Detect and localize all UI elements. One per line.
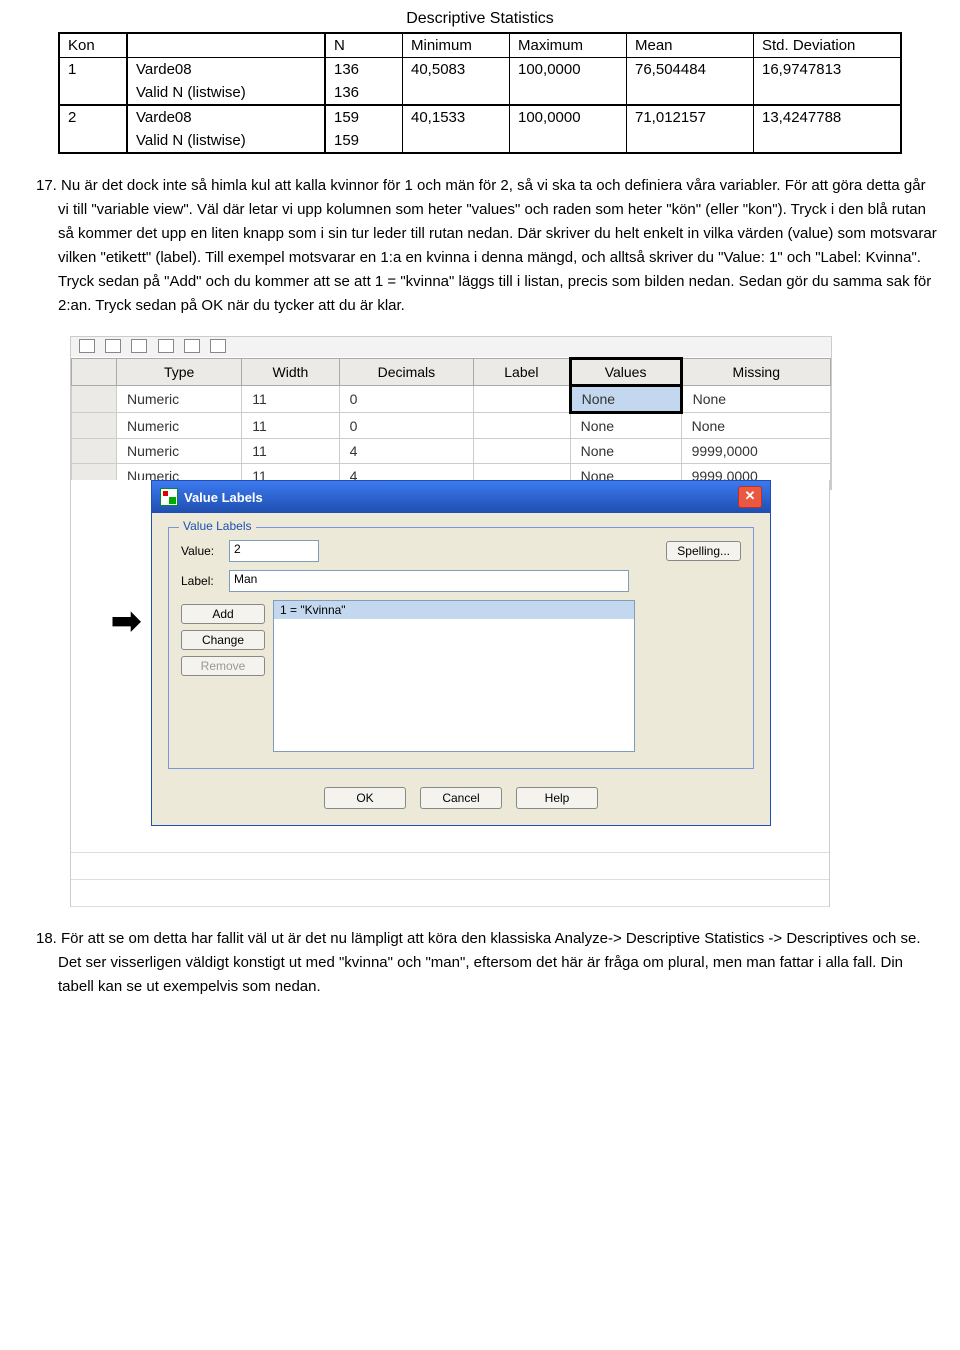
- value-input[interactable]: 2: [229, 540, 319, 562]
- remove-button[interactable]: Remove: [181, 656, 265, 676]
- hdr-sd: Std. Deviation: [754, 33, 902, 58]
- arrow-icon: ➡: [111, 600, 141, 642]
- r3-min: 40,1533: [403, 105, 510, 129]
- grid-empty-row: [71, 826, 829, 853]
- vv-hdr-values[interactable]: Values: [570, 359, 681, 386]
- r3-mean: 71,012157: [627, 105, 754, 129]
- stats-table: Kon N Minimum Maximum Mean Std. Deviatio…: [58, 32, 902, 154]
- vv-hdr-decimals[interactable]: Decimals: [339, 359, 474, 386]
- r1-mean: 76,504484: [627, 58, 754, 82]
- vv-hdr-label[interactable]: Label: [474, 359, 570, 386]
- hdr-kon: Kon: [59, 33, 127, 58]
- r3-sd: 13,4247788: [754, 105, 902, 129]
- toolbar-icon[interactable]: [158, 339, 174, 353]
- add-button[interactable]: Add: [181, 604, 265, 624]
- r4-n: 159: [325, 129, 403, 153]
- spelling-button[interactable]: Spelling...: [666, 541, 741, 561]
- r2-var: Valid N (listwise): [127, 81, 325, 105]
- toolbar-icon[interactable]: [79, 339, 95, 353]
- hdr-min: Minimum: [403, 33, 510, 58]
- dialog-titlebar[interactable]: Value Labels ✕: [152, 481, 770, 513]
- r3-max: 100,0000: [510, 105, 627, 129]
- hdr-max: Maximum: [510, 33, 627, 58]
- table-row[interactable]: Numeric110NoneNone: [72, 386, 831, 413]
- r2-kon: [59, 81, 127, 105]
- r1-var: Varde08: [127, 58, 325, 82]
- table-row[interactable]: Numeric110NoneNone: [72, 413, 831, 439]
- r3-n: 159: [325, 105, 403, 129]
- vv-hdr-width[interactable]: Width: [242, 359, 339, 386]
- table-row[interactable]: Numeric114None9999,0000: [72, 439, 831, 464]
- toolbar-icon[interactable]: [184, 339, 200, 353]
- paragraph-17: 17. Nu är det dock inte så himla kul att…: [58, 174, 940, 318]
- toolbar-icon[interactable]: [131, 339, 147, 353]
- ok-button[interactable]: OK: [324, 787, 406, 809]
- vv-hdr-missing[interactable]: Missing: [681, 359, 830, 386]
- r3-var: Varde08: [127, 105, 325, 129]
- r1-min: 40,5083: [403, 58, 510, 82]
- close-icon[interactable]: ✕: [738, 486, 762, 508]
- cancel-button[interactable]: Cancel: [420, 787, 502, 809]
- r1-max: 100,0000: [510, 58, 627, 82]
- paragraph-18: 18. För att se om detta har fallit väl u…: [58, 927, 940, 999]
- r1-sd: 16,9747813: [754, 58, 902, 82]
- toolbar-icon[interactable]: [105, 339, 121, 353]
- grid-empty-row: [71, 880, 829, 907]
- r4-var: Valid N (listwise): [127, 129, 325, 153]
- value-label: Value:: [181, 544, 223, 558]
- list-item[interactable]: 1 = "Kvinna": [274, 601, 634, 619]
- help-button[interactable]: Help: [516, 787, 598, 809]
- r4-kon: [59, 129, 127, 153]
- toolbar: [71, 337, 831, 357]
- label-input[interactable]: Man: [229, 570, 629, 592]
- dialog-app-icon: [160, 488, 178, 506]
- stats-title: Descriptive Statistics: [20, 10, 940, 28]
- r2-n: 136: [325, 81, 403, 105]
- variable-view-table: Type Width Decimals Label Values Missing…: [71, 357, 831, 489]
- r1-kon: 1: [59, 58, 127, 82]
- toolbar-icon[interactable]: [210, 339, 226, 353]
- variable-view: Type Width Decimals Label Values Missing…: [70, 336, 832, 490]
- hdr-n: N: [325, 33, 403, 58]
- hdr-blank: [127, 33, 325, 58]
- label-label: Label:: [181, 574, 223, 588]
- fieldset-legend: Value Labels: [179, 519, 256, 533]
- vv-hdr-type[interactable]: Type: [117, 359, 242, 386]
- value-labels-listbox[interactable]: 1 = "Kvinna": [273, 600, 635, 752]
- grid-empty-row: [71, 853, 829, 880]
- value-labels-dialog: Value Labels ✕ Value Labels Value: 2 Spe…: [151, 480, 771, 826]
- change-button[interactable]: Change: [181, 630, 265, 650]
- r3-kon: 2: [59, 105, 127, 129]
- dialog-title: Value Labels: [184, 490, 263, 505]
- hdr-mean: Mean: [627, 33, 754, 58]
- r1-n: 136: [325, 58, 403, 82]
